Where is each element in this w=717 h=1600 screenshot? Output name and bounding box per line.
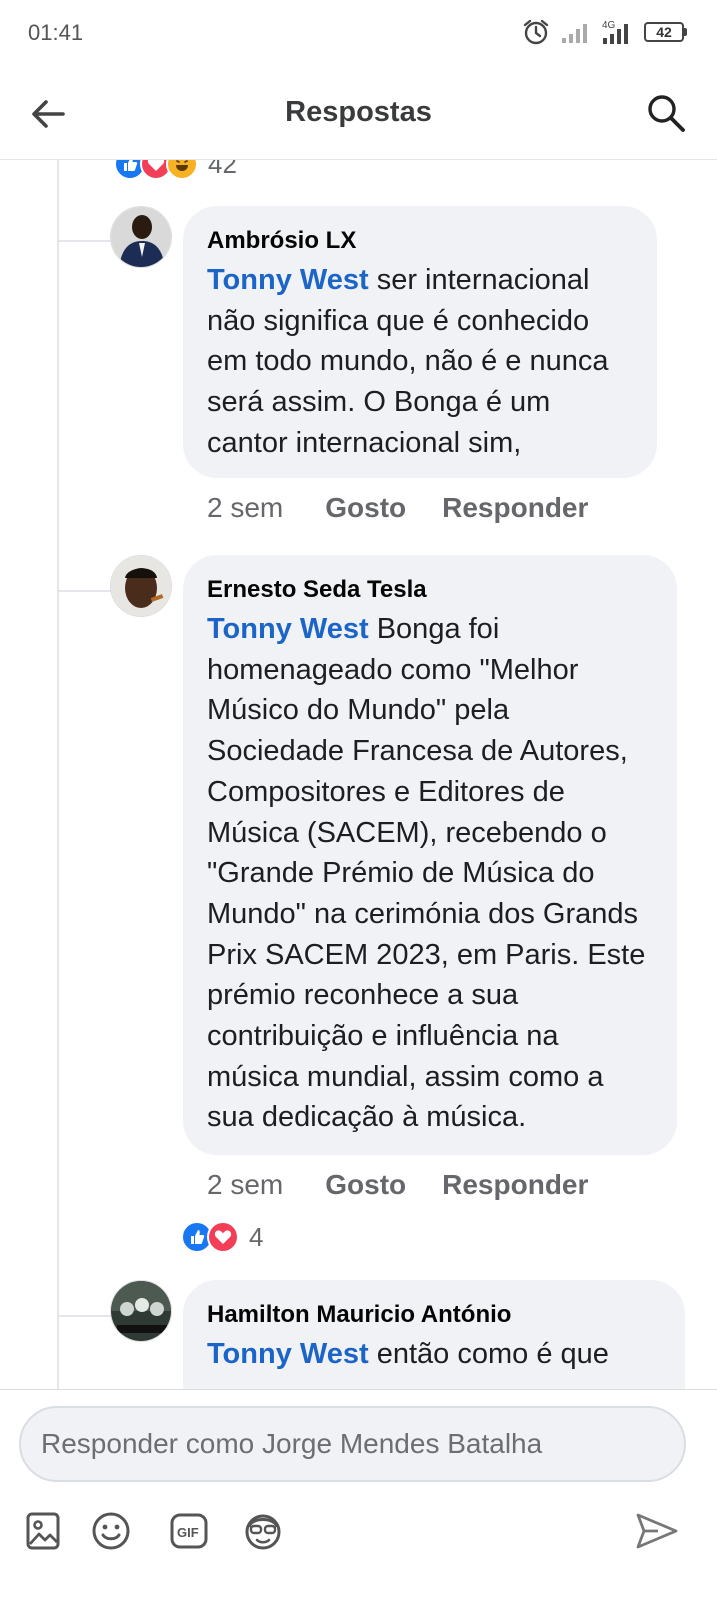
signal-4g-icon: 4G xyxy=(602,20,628,44)
mention-link[interactable]: Tonny West xyxy=(207,613,369,645)
comment-bubble[interactable]: Ernesto Seda Tesla Tonny West Bonga foi … xyxy=(183,555,677,1155)
emoji-icon xyxy=(92,1512,130,1550)
page-title: Respostas xyxy=(285,96,432,128)
thread-connector xyxy=(59,240,113,242)
reply-button[interactable]: Responder xyxy=(442,492,588,524)
svg-text:GIF: GIF xyxy=(177,1525,199,1540)
gif-button[interactable]: GIF xyxy=(164,1506,214,1556)
reply-button[interactable]: Responder xyxy=(442,1169,588,1201)
comment-time: 2 sem xyxy=(207,1169,284,1200)
svg-text:4G: 4G xyxy=(602,20,616,31)
like-button[interactable]: Gosto xyxy=(325,1169,406,1201)
comment-bubble[interactable]: Ambrósio LX Tonny West ser internacional… xyxy=(183,206,657,478)
reaction-count: 42 xyxy=(208,160,237,179)
status-bar: 01:41 4G 42 xyxy=(0,0,717,68)
emoji-button[interactable] xyxy=(86,1506,136,1556)
gif-icon: GIF xyxy=(170,1513,208,1549)
battery-icon: 42 xyxy=(644,22,687,42)
comment-body: então como é que xyxy=(368,1338,609,1370)
battery-level: 42 xyxy=(644,22,684,42)
avatar-sticker-button[interactable] xyxy=(238,1506,288,1556)
avatar[interactable] xyxy=(110,555,172,617)
comment-author[interactable]: Ernesto Seda Tesla xyxy=(207,575,653,605)
send-icon xyxy=(636,1513,678,1549)
haha-reaction-icon xyxy=(166,160,198,180)
comment-author[interactable]: Ambrósio LX xyxy=(207,226,633,256)
comment-text: Tonny West Bonga foi homenageado como "M… xyxy=(207,609,653,1138)
replies-thread[interactable]: 42 Ambrósio LX Tonny West ser internacio… xyxy=(0,160,717,1389)
comment-text: Tonny West ser internacional não signifi… xyxy=(207,260,633,464)
signal-icon xyxy=(562,24,587,43)
reply-composer: GIF xyxy=(0,1389,717,1600)
photo-button[interactable] xyxy=(18,1506,68,1556)
comment-actions: 2 sem Gosto Responder xyxy=(207,492,624,524)
comment-text: Tonny West então como é que xyxy=(207,1334,661,1375)
comment-bubble[interactable]: Hamilton Mauricio António Tonny West ent… xyxy=(183,1280,685,1389)
reaction-count: 4 xyxy=(249,1221,264,1252)
thread-connector xyxy=(59,1315,113,1317)
reply-input[interactable] xyxy=(19,1406,686,1482)
avatar-sticker-icon xyxy=(245,1514,281,1550)
search-icon xyxy=(648,95,685,132)
send-button[interactable] xyxy=(632,1506,682,1556)
comment-body: Bonga foi homenageado como "Melhor Músic… xyxy=(207,613,646,1134)
reactions-summary[interactable]: 42 xyxy=(114,160,237,180)
header: Respostas xyxy=(0,68,717,160)
reactions-summary[interactable]: 4 xyxy=(181,1221,263,1253)
avatar[interactable] xyxy=(110,1280,172,1342)
status-icons: 4G 42 xyxy=(522,18,687,46)
mention-link[interactable]: Tonny West xyxy=(207,264,369,296)
alarm-icon xyxy=(523,19,549,45)
status-time: 01:41 xyxy=(28,20,84,45)
comment-actions: 2 sem Gosto Responder xyxy=(207,1169,624,1201)
image-icon xyxy=(26,1512,60,1550)
mention-link[interactable]: Tonny West xyxy=(207,1338,369,1370)
like-button[interactable]: Gosto xyxy=(325,492,406,524)
search-button[interactable] xyxy=(641,88,691,138)
comment-author[interactable]: Hamilton Mauricio António xyxy=(207,1300,661,1330)
thread-line xyxy=(57,160,59,1389)
comment-time: 2 sem xyxy=(207,492,284,523)
thread-connector xyxy=(59,590,113,592)
love-reaction-icon xyxy=(207,1221,239,1253)
avatar[interactable] xyxy=(110,206,172,268)
